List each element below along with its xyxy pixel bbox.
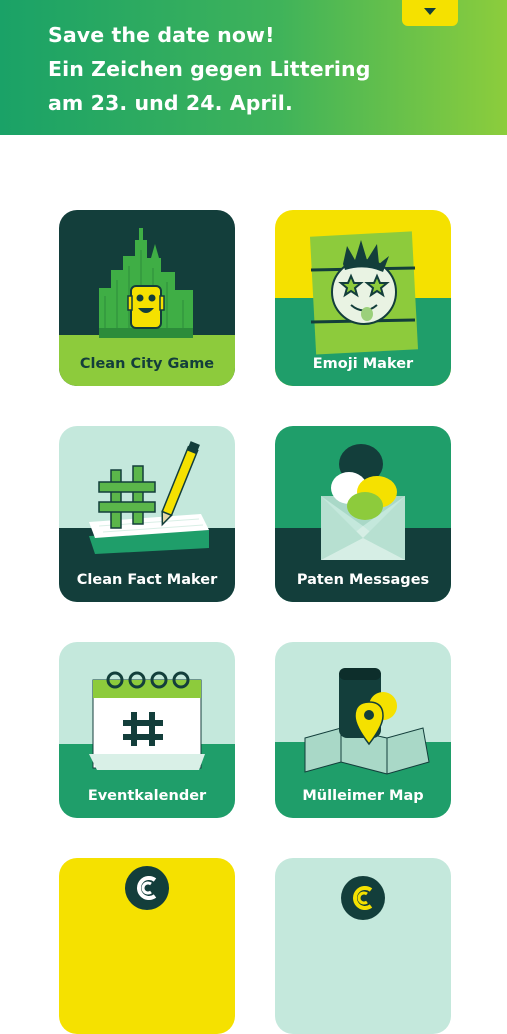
tile-label: Mülleimer Map [302, 788, 424, 804]
banner-text: Save the date now! Ein Zeichen gegen Lit… [48, 18, 371, 120]
tile-label: Clean City Game [79, 356, 215, 372]
tile-label: Eventkalender [87, 788, 207, 804]
tile-clean-logo-right[interactable] [275, 858, 451, 1034]
banner-toggle-button[interactable] [402, 0, 458, 26]
tile-clean-city-game[interactable]: Clean City Game [59, 210, 235, 386]
tile-label: Clean Fact Maker [76, 572, 218, 588]
chevron-down-icon [424, 8, 436, 15]
tile-muelleimer-map[interactable]: Mülleimer Map [275, 642, 451, 818]
tile-paten-messages[interactable]: Paten Messages [275, 426, 451, 602]
tile-eventkalender[interactable]: Eventkalender [59, 642, 235, 818]
tile-clean-logo-left[interactable] [59, 858, 235, 1034]
tile-label: Paten Messages [296, 572, 430, 588]
banner-line-1: Save the date now! [48, 23, 275, 47]
banner-line-3: am 23. und 24. April. [48, 91, 293, 115]
tile-label: Emoji Maker [312, 356, 414, 372]
clean-logo-icon [275, 858, 451, 1034]
tile-clean-fact-maker[interactable]: Clean Fact Maker [59, 426, 235, 602]
tile-emoji-maker[interactable]: Emoji Maker [275, 210, 451, 386]
event-banner[interactable]: Save the date now! Ein Zeichen gegen Lit… [0, 0, 507, 135]
banner-line-2: Ein Zeichen gegen Littering [48, 57, 371, 81]
clean-logo-icon [59, 858, 235, 1034]
